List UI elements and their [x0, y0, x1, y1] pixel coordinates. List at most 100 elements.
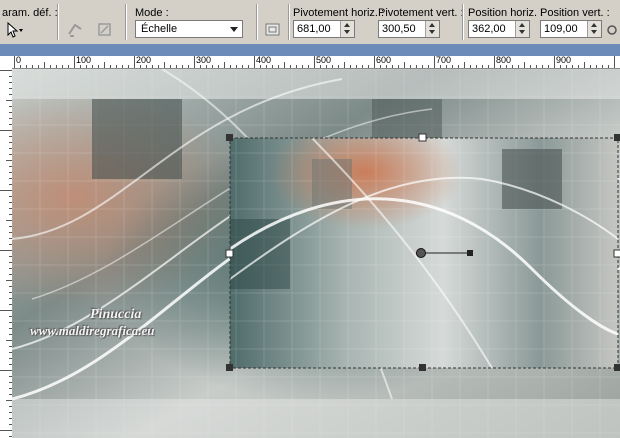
ruler-tick	[134, 56, 135, 68]
arrow-down-icon[interactable]	[429, 30, 435, 34]
gear-icon	[607, 25, 617, 35]
selected-layer[interactable]	[225, 133, 620, 371]
pivot-h-field[interactable]	[293, 20, 355, 38]
arrow-down-icon[interactable]	[591, 30, 597, 34]
ruler-tick	[104, 62, 105, 68]
ruler-tick	[500, 65, 501, 68]
ruler-tick	[458, 65, 459, 68]
preset-dropdown[interactable]	[4, 20, 26, 40]
ruler-tick	[230, 65, 231, 68]
pivot-h-input[interactable]	[294, 21, 342, 37]
ruler-tick	[56, 65, 57, 68]
ruler-label: 500	[316, 56, 332, 65]
ruler-tick	[0, 370, 12, 371]
reset-rotation-button[interactable]	[64, 20, 86, 40]
separator	[462, 4, 464, 40]
reset-transform-button[interactable]	[94, 20, 116, 40]
ruler-tick	[0, 310, 12, 311]
resize-handle-ne[interactable]	[614, 134, 620, 141]
ruler-tick	[374, 56, 375, 68]
rotate-icon	[68, 23, 82, 37]
pivot-v-spinner[interactable]	[425, 21, 439, 37]
image-window-titlebar[interactable]	[0, 44, 620, 56]
pivot-v-input[interactable]	[379, 21, 427, 37]
ruler-tick	[98, 65, 99, 68]
ruler-tick	[92, 65, 93, 68]
ruler-tick	[0, 190, 12, 191]
ruler-tick	[470, 65, 471, 68]
ruler-tick	[422, 65, 423, 68]
pivot-box-icon	[265, 23, 280, 36]
separator	[256, 4, 258, 40]
ruler-tick	[212, 65, 213, 68]
ruler-tick	[332, 65, 333, 68]
ruler-tick	[314, 56, 315, 68]
ruler-tick	[38, 65, 39, 68]
ruler-tick	[236, 65, 237, 68]
pos-h-spinner[interactable]	[515, 21, 529, 37]
ruler-tick	[590, 65, 591, 68]
ruler-label: 400	[256, 56, 272, 65]
ruler-tick	[392, 65, 393, 68]
pivot-v-label: Pivotement vert. :	[378, 7, 464, 19]
resize-handle-sw[interactable]	[226, 364, 233, 371]
ruler-tick	[0, 250, 12, 251]
rotation-handle[interactable]	[467, 250, 473, 256]
ruler-tick	[80, 65, 81, 68]
more-options-button[interactable]	[604, 20, 620, 40]
separator	[57, 4, 59, 40]
watermark-name: Pinuccia	[90, 307, 142, 322]
ruler-tick	[122, 65, 123, 68]
pos-h-field[interactable]	[468, 20, 530, 38]
ruler-tick	[50, 65, 51, 68]
separator	[288, 4, 290, 40]
ruler-label: 700	[436, 56, 452, 65]
resize-handle-n[interactable]	[418, 133, 427, 142]
ruler-tick	[476, 65, 477, 68]
resize-handle-se[interactable]	[614, 364, 620, 371]
ruler-tick	[284, 62, 285, 68]
mode-select-value: Échelle	[141, 23, 178, 35]
ruler-tick	[506, 65, 507, 68]
ruler-tick	[0, 130, 12, 131]
arrow-down-icon[interactable]	[344, 30, 350, 34]
pivot-h-spinner[interactable]	[340, 21, 354, 37]
resize-handle-e[interactable]	[613, 249, 620, 258]
ruler-tick	[614, 56, 615, 68]
ruler-tick	[572, 65, 573, 68]
pivot-v-field[interactable]	[378, 20, 440, 38]
ruler-tick	[158, 65, 159, 68]
ruler-tick	[542, 65, 543, 68]
pos-h-input[interactable]	[469, 21, 517, 37]
arrow-up-icon[interactable]	[519, 23, 525, 27]
ruler-tick	[584, 62, 585, 68]
apply-pivot-button[interactable]	[262, 20, 284, 40]
ruler-tick	[608, 65, 609, 68]
arrow-up-icon[interactable]	[429, 23, 435, 27]
ruler-tick	[194, 56, 195, 68]
resize-handle-w[interactable]	[225, 249, 234, 258]
ruler-tick	[182, 65, 183, 68]
ruler-tick	[440, 65, 441, 68]
ruler-tick	[272, 65, 273, 68]
resize-handle-nw[interactable]	[226, 134, 233, 141]
image-canvas[interactable]: Pinuccia www.maldiregrafica.eu	[12, 69, 620, 438]
arrow-down-icon[interactable]	[519, 30, 525, 34]
pivot-point-handle[interactable]	[416, 248, 426, 258]
pos-v-label: Position vert. :	[540, 7, 610, 19]
ruler-tick	[200, 65, 201, 68]
pos-v-spinner[interactable]	[587, 21, 601, 37]
ruler-tick	[116, 65, 117, 68]
pos-v-input[interactable]	[541, 21, 589, 37]
horizontal-ruler: 0 100 200 300 400 500 600 700 800 900	[0, 56, 620, 69]
ruler-tick	[296, 65, 297, 68]
ruler-label: 300	[196, 56, 212, 65]
ruler-tick	[530, 65, 531, 68]
pos-v-field[interactable]	[540, 20, 602, 38]
arrow-up-icon[interactable]	[591, 23, 597, 27]
canvas-artwork[interactable]	[12, 69, 620, 438]
arrow-up-icon[interactable]	[344, 23, 350, 27]
resize-handle-s[interactable]	[419, 364, 426, 371]
mode-select[interactable]: Échelle	[135, 20, 243, 38]
ruler-tick	[344, 62, 345, 68]
